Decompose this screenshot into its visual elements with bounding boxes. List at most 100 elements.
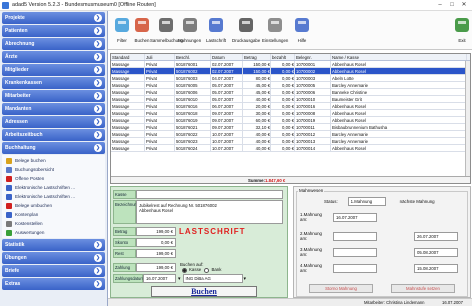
sidebar-subitem[interactable]: Elektronische Lastschriften ... — [2, 183, 105, 192]
sidebar-subitem[interactable]: Kostenstellen — [2, 219, 105, 228]
filter-cell[interactable]: Standard — [111, 54, 145, 60]
filter-cell[interactable]: Betrag — [243, 54, 271, 60]
toolbar-book-button[interactable]: Buchen — [132, 13, 152, 48]
maximize-button[interactable]: □ — [446, 1, 458, 9]
storno-mahnung-button[interactable]: Storno Mahnung — [309, 284, 373, 293]
radio-kasse[interactable] — [182, 267, 187, 273]
sidebar-subitem[interactable]: Auswertungen — [2, 228, 105, 237]
filter-cell[interactable]: Beschl. — [175, 54, 211, 60]
table-row[interactable]: Massage Privat 501876010 05.07.2007 40,00 €0… — [111, 96, 470, 103]
filter-cell[interactable]: Belegnr. — [295, 54, 331, 60]
sidebar-item-projekte[interactable]: Projekte ❯ — [2, 12, 105, 24]
sidebar-item-ärzte[interactable]: Ärzte ❯ — [2, 51, 105, 63]
skonto-field[interactable]: 0,00 € — [136, 238, 176, 247]
toolbar-exit-button[interactable]: Exit — [452, 13, 472, 48]
table-row[interactable]: Massage Privat 501876021 09.07.2007 32,10 €0… — [111, 124, 470, 131]
table-row[interactable]: Massage Privat 501876016 06.07.2007 20,00 €0… — [111, 103, 470, 110]
toolbar-printer-button[interactable]: Druckausgabe — [232, 13, 260, 48]
toolbar-pen-button[interactable]: Mahnungen — [178, 13, 201, 48]
table-row[interactable]: Massage Privat 501876019 09.07.2007 60,00 €0… — [111, 117, 470, 124]
toolbar-help-button[interactable]: Hilfe — [292, 13, 312, 48]
chevron-icon: ❯ — [94, 131, 102, 139]
sidebar-item-buchhaltung[interactable]: Buchhaltung ❯ — [2, 142, 105, 154]
sidebar-item-mitglieder[interactable]: Mitglieder ❯ — [2, 64, 105, 76]
sidebar-subitem[interactable]: Belege umbuchen — [2, 201, 105, 210]
table-cell: Privat — [145, 117, 175, 123]
filter-cell[interactable]: Juli — [145, 54, 175, 60]
sidebar-item-patienten[interactable]: Patienten ❯ — [2, 25, 105, 37]
kasse-field[interactable] — [136, 190, 283, 199]
sidebar-item-briefe[interactable]: Briefe ❯ — [2, 265, 105, 277]
filter-cell[interactable]: bezahlt — [271, 54, 295, 60]
table-cell: Abbenhaus Rosel — [331, 61, 467, 67]
close-button[interactable]: ✕ — [458, 1, 470, 9]
m2-field[interactable] — [333, 231, 377, 241]
rest-label: Rest — [113, 249, 136, 258]
table-cell: 0,00 € — [271, 96, 295, 102]
table-row[interactable]: Massage Privat 501876005 05.07.2007 45,00 €0… — [111, 82, 470, 89]
sidebar-subitem[interactable]: Elektronische Lastschriften ... — [2, 192, 105, 201]
calendar-dropdown-icon[interactable]: ▾ — [178, 276, 181, 282]
sidebar-subitem[interactable]: Kontenplan — [2, 210, 105, 219]
sidebar-item-label: Krankenkassen — [5, 80, 42, 86]
table-cell: Baumeister Grit — [331, 96, 467, 102]
stack-icon — [156, 15, 176, 35]
mahnstufe-setzen-button[interactable]: Mahnstufe setzen — [391, 284, 455, 293]
table-cell: Privat — [145, 68, 175, 74]
sidebar-item-mandanten[interactable]: Mandanten ❯ — [2, 103, 105, 115]
table-cell: Abbenhaus Rosel — [331, 110, 467, 116]
zahlungsdatum-field[interactable]: 16.07.2007 — [143, 274, 176, 283]
sidebar-item-übungen[interactable]: Übungen ❯ — [2, 252, 105, 264]
zahlung-field[interactable]: 199,00 € — [136, 263, 176, 272]
filter-cell[interactable]: Datum — [211, 54, 243, 60]
bank-dropdown-icon[interactable]: ▾ — [244, 276, 247, 282]
sidebar-item-adressen[interactable]: Adressen ❯ — [2, 116, 105, 128]
table-cell: 60,00 € — [243, 117, 271, 123]
sidebar-subitem[interactable]: Offene Posten — [2, 174, 105, 183]
table-row[interactable]: Massage Privat 501876023 10.07.2007 40,00 €0… — [111, 138, 470, 145]
sidebar-item-statistik[interactable]: Statistik ❯ — [2, 239, 105, 251]
sidebar-subitem[interactable]: Buchungsübersicht — [2, 165, 105, 174]
table-cell: 05.07.2007 — [211, 82, 243, 88]
bank-select[interactable]: ING DiBa AG — [182, 274, 243, 283]
bezeichnung-field[interactable]: Jubikelrest auf Rechnung Nr. 501876002 A… — [136, 200, 283, 224]
sidebar-item-abrechnung[interactable]: Abrechnung ❯ — [2, 38, 105, 50]
sidebar-item-mitarbeiter[interactable]: Mitarbeiter ❯ — [2, 90, 105, 102]
table-cell: 06.07.2007 — [211, 103, 243, 109]
m3-field[interactable] — [333, 247, 377, 257]
m1-field[interactable]: 16.07.2007 — [333, 212, 377, 222]
toolbar-button-label: Mahnungen — [178, 38, 202, 43]
buchen-button[interactable]: Buchen — [151, 286, 257, 297]
subitem-label: Kostenstellen — [15, 221, 43, 226]
table-cell: 10700003 — [295, 75, 331, 81]
filter-cell[interactable]: Name / Kasse — [331, 54, 467, 60]
m4-field[interactable] — [333, 263, 377, 273]
toolbar-filter-button[interactable]: Filter — [112, 13, 132, 48]
table-row[interactable]: Massage Privat 501876003 04.07.2007 80,00 €0… — [111, 75, 470, 82]
betrag-field[interactable]: 199,00 € — [136, 227, 176, 236]
table-row[interactable]: Massage Privat 501876006 05.07.2007 45,00 €0… — [111, 89, 470, 96]
table-row[interactable]: Massage Privat 501876002 02.07.2007 150,00 €… — [111, 68, 470, 75]
radio-bank[interactable] — [204, 267, 210, 273]
table-cell: 10700010 — [295, 96, 331, 102]
sidebar-subitem[interactable]: Belege buchen — [2, 156, 105, 165]
mahnwesen-panel: Mahnwesen Status: 1.Mahnung nächste Mahn… — [293, 186, 471, 298]
table-row[interactable]: Massage Privat 501876018 09.07.2007 30,00 €0… — [111, 110, 470, 117]
table-cell: Abeln Lotte — [331, 75, 467, 81]
table-row[interactable]: Massage Privat 501876001 02.07.2007 150,00 €… — [111, 61, 470, 68]
subitem-label: Offene Posten — [15, 176, 45, 181]
sidebar-item-arbeitszeitbuch[interactable]: Arbeitszeitbuch ❯ — [2, 129, 105, 141]
minimize-button[interactable]: – — [434, 1, 446, 9]
table-row[interactable]: Massage Privat 501876022 10.07.2007 40,00 €0… — [111, 131, 470, 138]
table-row[interactable]: Massage Privat 501876024 10.07.2007 40,00 €0… — [111, 145, 470, 152]
table-scrollbar[interactable] — [465, 61, 470, 178]
table-cell: 0,00 € — [271, 124, 295, 130]
chevron-icon: ❯ — [94, 254, 102, 262]
sidebar-item-extras[interactable]: Extras ❯ — [2, 278, 105, 290]
toolbar-document-button[interactable]: Lastschrift — [206, 13, 226, 48]
table-cell: 501876006 — [175, 89, 211, 95]
table-cell: 05.07.2007 — [211, 96, 243, 102]
table-cell: Abbenhaus Rosel — [331, 103, 467, 109]
toolbar-settings-button[interactable]: Einstellungen — [262, 13, 288, 48]
sidebar-item-krankenkassen[interactable]: Krankenkassen ❯ — [2, 77, 105, 89]
